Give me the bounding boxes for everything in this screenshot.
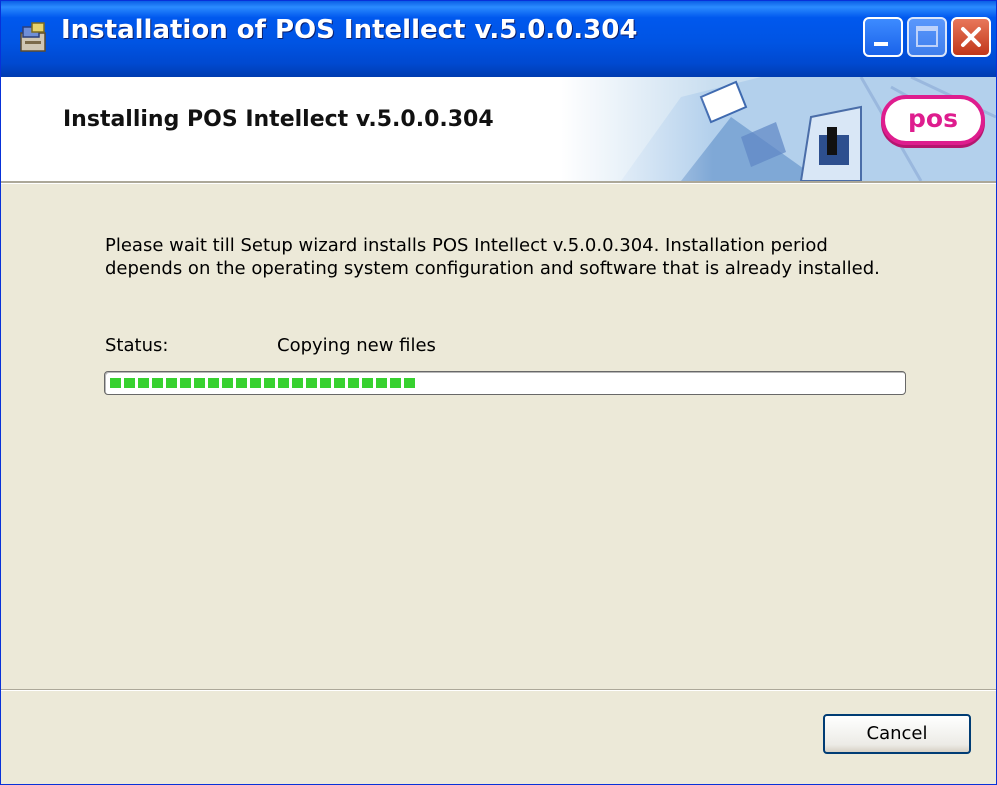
status-value: Copying new files — [277, 335, 436, 356]
minimize-icon — [874, 42, 888, 46]
installer-window: Installation of POS Intellect v.5.0.0.30… — [0, 0, 997, 785]
maximize-icon — [916, 26, 938, 47]
install-progress-bar — [104, 371, 906, 395]
progress-fill — [110, 378, 418, 388]
cancel-button[interactable]: Cancel — [823, 714, 971, 754]
installer-icon — [20, 22, 46, 52]
close-icon — [961, 27, 981, 47]
title-bar[interactable]: Installation of POS Intellect v.5.0.0.30… — [1, 1, 996, 77]
footer-separator — [1, 689, 996, 691]
wizard-header: Installing POS Intellect v.5.0.0.304 pos — [1, 77, 996, 181]
install-description: Please wait till Setup wizard installs P… — [105, 235, 880, 279]
header-separator — [1, 181, 996, 184]
minimize-button[interactable] — [863, 17, 903, 57]
maximize-button[interactable] — [907, 17, 947, 57]
window-title: Installation of POS Intellect v.5.0.0.30… — [61, 15, 638, 45]
header-title: Installing POS Intellect v.5.0.0.304 — [63, 107, 494, 132]
close-button[interactable] — [951, 17, 991, 57]
pos-logo-text: pos — [908, 104, 958, 133]
status-label: Status: — [105, 335, 169, 356]
pos-logo: pos — [881, 95, 985, 145]
